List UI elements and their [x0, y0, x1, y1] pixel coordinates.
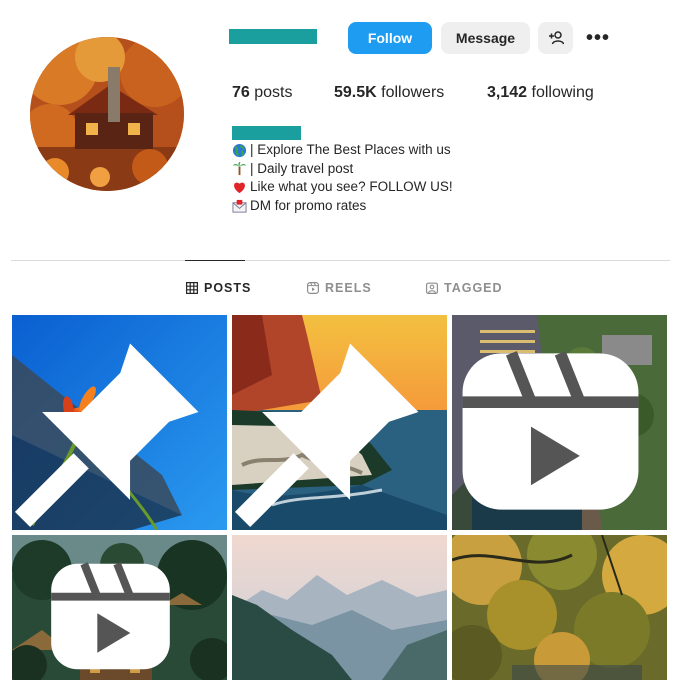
display-name-redacted — [232, 126, 301, 140]
bio-line: Like what you see? FOLLOW US! — [232, 178, 453, 197]
misty-mountains-photo — [232, 535, 447, 680]
message-button[interactable]: Message — [441, 22, 530, 54]
post-tile-quarry-hotel[interactable] — [452, 315, 667, 530]
following-count-link[interactable]: 3,142 following — [487, 84, 594, 102]
cabin-avatar-image — [30, 37, 184, 191]
active-tab-indicator — [185, 260, 245, 261]
post-tile-misty-mountains[interactable] — [232, 535, 447, 680]
post-tile-autumn-forest[interactable] — [452, 535, 667, 680]
bio-line: | Daily travel post — [232, 160, 453, 179]
pin-icon — [234, 343, 419, 528]
bio-line: | Explore The Best Places with us — [232, 141, 453, 160]
bio-line: DM for promo rates — [232, 197, 453, 216]
tab-reels[interactable]: REELS — [307, 281, 372, 295]
reel-icon — [51, 562, 170, 670]
tab-reels-label: REELS — [325, 281, 372, 295]
reels-icon — [307, 282, 319, 294]
pin-icon — [14, 343, 199, 528]
more-options-icon[interactable]: ••• — [582, 22, 614, 54]
grid-icon — [186, 282, 198, 294]
person-plus-icon — [548, 31, 564, 45]
autumn-forest-photo — [452, 535, 667, 680]
tab-tagged-label: TAGGED — [444, 281, 503, 295]
tagged-icon — [426, 282, 438, 294]
envelope-icon — [232, 199, 247, 213]
post-tile-butterfly[interactable] — [12, 315, 227, 530]
palm-tree-icon — [232, 162, 247, 176]
profile-bio: | Explore The Best Places with us | Dail… — [232, 141, 453, 215]
tab-tagged[interactable]: TAGGED — [426, 281, 503, 295]
bio-line-text: Like what you see? FOLLOW US! — [250, 179, 453, 195]
post-tile-sea-cliffs[interactable] — [232, 315, 447, 530]
tab-posts[interactable]: POSTS — [186, 281, 251, 295]
followers-count-link[interactable]: 59.5K followers — [334, 84, 444, 102]
bio-line-text: DM for promo rates — [250, 197, 367, 213]
posts-count-stat: 76 posts — [232, 84, 293, 101]
profile-avatar[interactable] — [30, 37, 184, 191]
red-heart-icon — [234, 182, 245, 194]
suggest-similar-button[interactable] — [538, 22, 573, 54]
tab-posts-label: POSTS — [204, 281, 252, 295]
follow-button[interactable]: Follow — [348, 22, 432, 54]
globe-icon — [232, 143, 247, 157]
tabs-divider — [11, 260, 670, 261]
bio-line-text: | Daily travel post — [250, 160, 354, 176]
reel-icon — [462, 351, 639, 510]
username-redacted — [229, 29, 317, 44]
post-tile-jungle-hut[interactable] — [12, 535, 227, 680]
bio-line-text: | Explore The Best Places with us — [250, 142, 451, 157]
